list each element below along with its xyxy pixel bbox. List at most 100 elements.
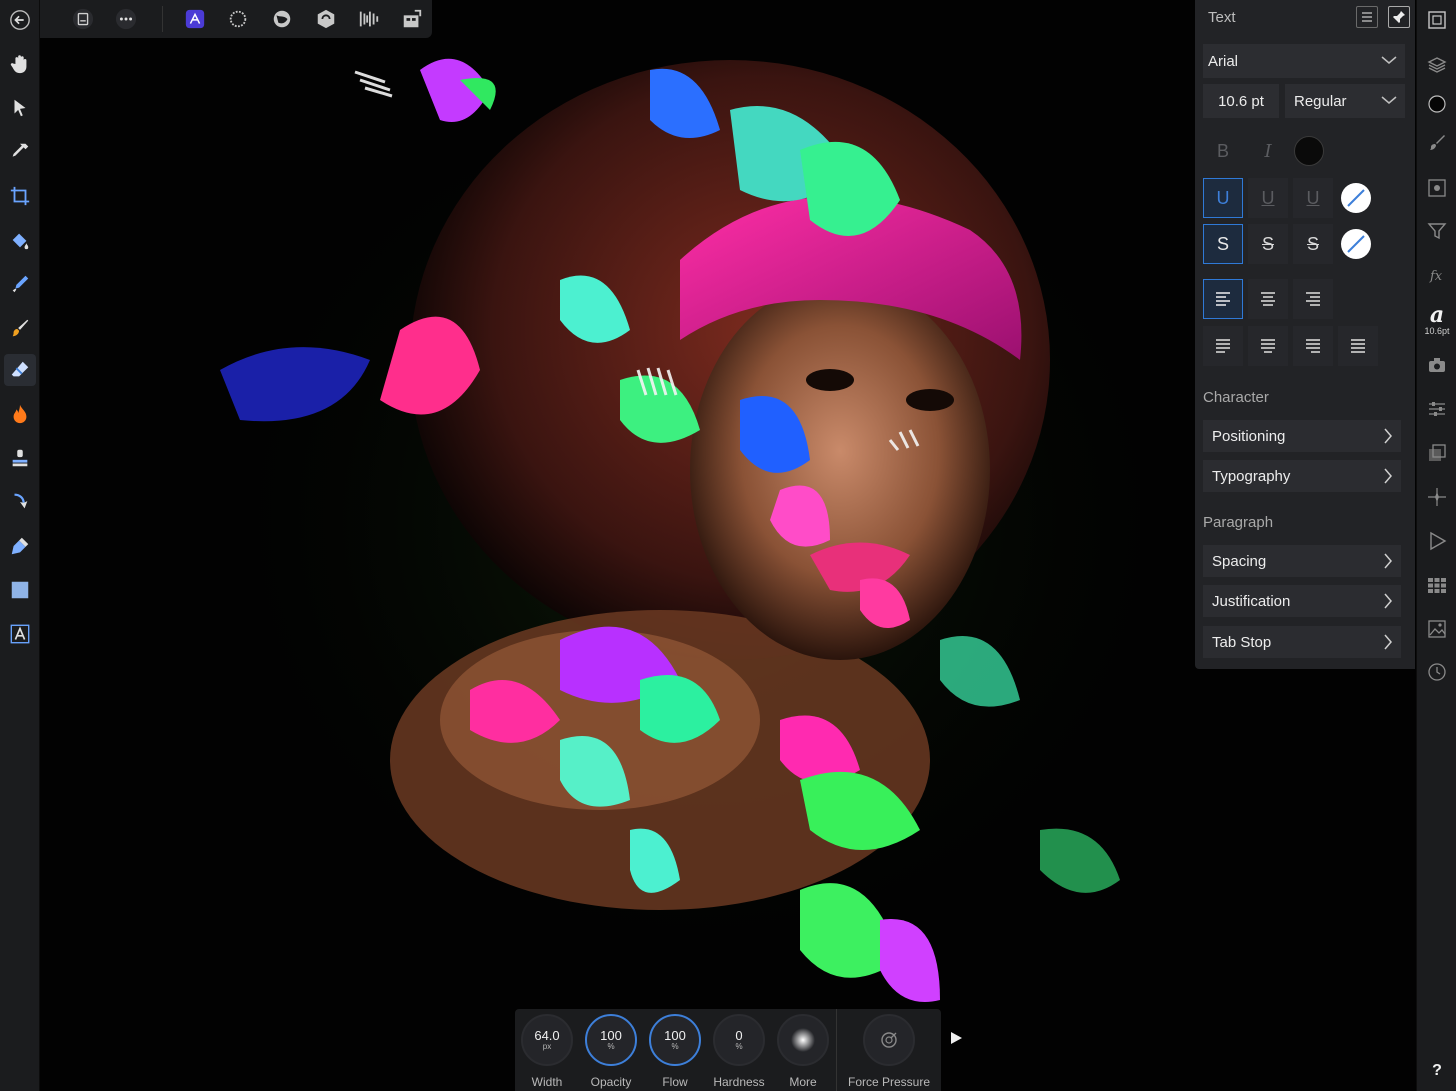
snapping-icon[interactable] [1424,484,1450,510]
smudge-icon[interactable] [4,486,36,518]
liquify-persona-icon[interactable] [224,5,252,33]
context-toolbar [40,0,432,38]
transform-icon[interactable] [1424,440,1450,466]
photo-persona-icon[interactable] [181,5,209,33]
text-icon[interactable] [4,618,36,650]
justify-right-button[interactable] [1293,326,1333,366]
typography-row[interactable]: Typography [1203,460,1401,492]
chevron-right-icon [1384,593,1392,609]
navigator-icon[interactable] [1424,7,1450,33]
chevron-right-icon [1384,634,1392,650]
history-icon[interactable] [1424,659,1450,685]
font-size-field[interactable]: 10.6 pt [1203,84,1279,118]
chevron-down-icon [1381,96,1397,104]
justify-center-icon [1261,339,1275,353]
underline-color-swatch[interactable] [1341,183,1371,213]
justify-left-button[interactable] [1203,326,1243,366]
export-persona-icon[interactable] [355,5,383,33]
help-button[interactable]: ? [1417,1062,1456,1080]
width-dial[interactable]: 64.0 px [521,1014,573,1066]
strikethrough-thick-button[interactable]: S [1293,224,1333,264]
strikethrough-double-button[interactable]: S [1248,224,1288,264]
character-section-title: Character [1203,389,1269,406]
studio-strip: fx a 10.6pt ? [1416,0,1456,1091]
justification-row[interactable]: Justification [1203,585,1401,617]
force-pressure-toggle[interactable] [863,1014,915,1066]
hand-icon[interactable] [4,48,36,80]
font-style-select[interactable]: Regular [1285,84,1405,118]
dodge-burn-icon[interactable] [4,398,36,430]
flow-label: Flow [662,1075,688,1089]
opacity-label: Opacity [590,1075,632,1089]
chevron-right-icon [1384,553,1392,569]
justify-all-icon [1351,339,1365,353]
channels-icon[interactable] [1424,175,1450,201]
chevron-down-icon [1381,56,1397,64]
bold-button[interactable]: B [1203,131,1243,171]
strikethrough-color-swatch[interactable] [1341,229,1371,259]
clone-icon[interactable] [4,442,36,474]
filters-icon[interactable] [1424,218,1450,244]
text-color-swatch[interactable] [1294,136,1324,166]
move-icon[interactable] [4,92,36,124]
stock-icon[interactable] [1424,616,1450,642]
flood-fill-icon[interactable] [4,224,36,256]
paint-brush-icon[interactable] [4,312,36,344]
tab-stop-row[interactable]: Tab Stop [1203,626,1401,658]
justify-center-button[interactable] [1248,326,1288,366]
brush-context-bar: 64.0 px Width 100 % Opacity 100 % Flow 0… [515,1009,941,1091]
more-icon[interactable] [112,5,140,33]
more-button[interactable] [777,1014,829,1066]
font-family-value: Arial [1208,52,1239,70]
back-icon[interactable] [4,4,36,36]
tone-mapping-persona-icon[interactable] [312,5,340,33]
bar-divider [836,1009,837,1091]
justify-all-button[interactable] [1338,326,1378,366]
panel-title: Text [1208,9,1236,26]
develop-persona-icon[interactable] [268,5,296,33]
align-center-button[interactable] [1248,279,1288,319]
align-right-button[interactable] [1293,279,1333,319]
no-color-icon [1347,189,1365,207]
erase-brush-icon[interactable] [4,354,36,386]
macro-icon[interactable] [1424,528,1450,554]
brushes-icon[interactable] [1424,130,1450,156]
flow-dial[interactable]: 100 % [649,1014,701,1066]
align-center-icon [1261,292,1275,306]
chevron-right-icon [1384,468,1392,484]
brush-preview-icon [791,1028,815,1052]
crop-icon[interactable] [4,180,36,212]
underline-double-button[interactable]: U [1248,178,1288,218]
layers-icon[interactable] [1424,52,1450,78]
positioning-row[interactable]: Positioning [1203,420,1401,452]
library-icon[interactable] [1424,572,1450,598]
align-left-icon [1216,292,1230,306]
more-label: More [789,1075,817,1089]
selection-brush-icon[interactable] [4,268,36,300]
pin-icon[interactable] [1388,6,1410,28]
strikethrough-single-button[interactable]: S [1203,224,1243,264]
camera-icon[interactable] [1424,352,1450,378]
pen-icon[interactable] [4,530,36,562]
color-icon[interactable] [1424,91,1450,117]
italic-button[interactable]: I [1248,131,1288,171]
effects-icon[interactable]: fx [1424,262,1450,288]
align-right-icon [1306,292,1320,306]
font-family-select[interactable]: Arial [1203,44,1405,78]
paragraph-section-title: Paragraph [1203,514,1274,531]
panel-menu-icon[interactable] [1356,6,1378,28]
underline-single-button[interactable]: U [1203,178,1243,218]
underline-wavy-button[interactable]: U [1293,178,1333,218]
spacing-row[interactable]: Spacing [1203,545,1401,577]
width-label: Width [531,1075,563,1089]
adjustments-icon[interactable] [1424,396,1450,422]
align-left-button[interactable] [1203,279,1243,319]
assistant-icon[interactable] [398,5,426,33]
color-picker-icon[interactable] [4,136,36,168]
rectangle-icon[interactable] [4,574,36,606]
hardness-dial[interactable]: 0 % [713,1014,765,1066]
character-icon[interactable]: a [1424,302,1450,328]
opacity-dial[interactable]: 100 % [585,1014,637,1066]
document-icon[interactable] [69,5,97,33]
play-icon[interactable] [948,1030,964,1046]
